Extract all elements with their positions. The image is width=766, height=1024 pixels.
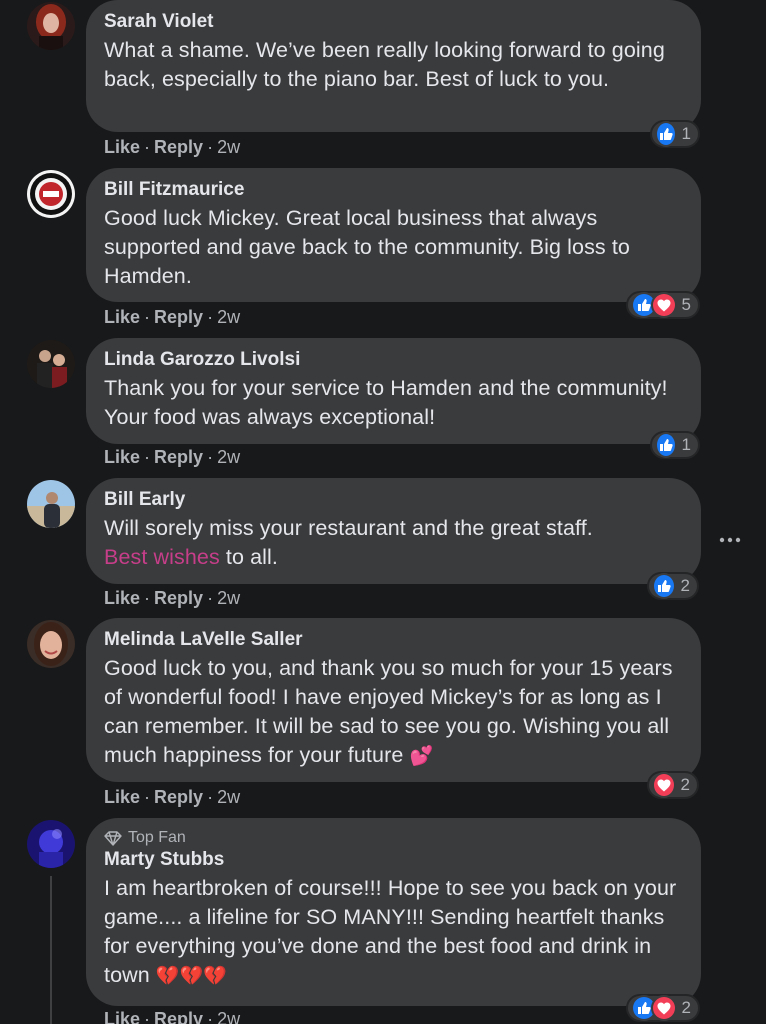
reaction-count: 2 (680, 576, 690, 595)
comment-actions: Like · Reply · 2w (104, 588, 241, 608)
comment-bubble: Bill Early Will sorely miss your restaur… (86, 478, 701, 584)
comment-author[interactable]: Linda Garozzo Livolsi (104, 348, 683, 372)
reaction-summary[interactable]: 2 (647, 771, 699, 799)
reaction-summary[interactable]: 1 (650, 431, 700, 459)
like-button[interactable]: Like (104, 137, 140, 157)
comment-text: I am heartbroken of course!!! Hope to se… (104, 876, 677, 987)
like-button[interactable]: Like (104, 1009, 140, 1024)
reaction-count: 2 (680, 775, 690, 794)
like-button[interactable]: Like (104, 447, 140, 467)
comment-timestamp[interactable]: 2w (217, 588, 240, 608)
avatar[interactable] (27, 480, 75, 528)
comment-author[interactable]: Sarah Violet (104, 10, 683, 34)
comment-text: Will sorely miss your restaurant and the… (104, 516, 593, 569)
like-reaction-icon (652, 573, 676, 599)
like-button[interactable]: Like (104, 588, 140, 608)
reply-button[interactable]: Reply (154, 137, 203, 157)
reaction-count: 5 (681, 295, 691, 314)
avatar[interactable] (27, 820, 75, 868)
comment-author[interactable]: Melinda LaVelle Saller (104, 628, 683, 652)
like-reaction-icon (655, 432, 677, 458)
reaction-summary[interactable]: 2 (626, 994, 700, 1022)
avatar[interactable] (27, 620, 75, 668)
comment-bubble: Bill Fitzmaurice Good luck Mickey. Great… (86, 168, 701, 302)
comment-timestamp[interactable]: 2w (217, 137, 240, 157)
reaction-count: 1 (681, 124, 691, 143)
highlighted-phrase[interactable]: Best wishes (104, 545, 220, 569)
comment-actions: Like · Reply · 2w (104, 307, 241, 327)
comment-actions: Like · Reply · 2w (104, 1009, 240, 1024)
comment-bubble: Melinda LaVelle Saller Good luck to you,… (86, 618, 701, 782)
avatar[interactable] (27, 340, 75, 388)
reply-button[interactable]: Reply (154, 307, 203, 327)
love-reaction-icon (652, 772, 676, 798)
reaction-summary[interactable]: 5 (626, 291, 700, 319)
comment-text: Thank you for your service to Hamden and… (104, 376, 668, 429)
like-reaction-icon (655, 121, 677, 147)
comment-actions: Like · Reply · 2w (104, 787, 241, 807)
reply-button[interactable]: Reply (154, 1009, 203, 1024)
like-button[interactable]: Like (104, 787, 140, 807)
comment-text: Good luck Mickey. Great local business t… (104, 206, 630, 288)
more-options-icon[interactable] (719, 527, 741, 548)
avatar[interactable] (27, 170, 75, 218)
comment-actions: Like · Reply · 2w (104, 137, 241, 157)
comment-timestamp[interactable]: 2w (217, 307, 240, 327)
reply-thread-line (50, 876, 52, 1024)
comment-bubble: Top Fan Marty Stubbs I am heartbroken of… (86, 818, 701, 1006)
comment-text: What a shame. We’ve been really looking … (104, 38, 665, 91)
avatar[interactable] (27, 2, 75, 50)
reply-button[interactable]: Reply (154, 787, 203, 807)
reaction-summary[interactable]: 1 (650, 120, 700, 148)
love-reaction-icon (650, 995, 677, 1021)
top-fan-diamond-icon (104, 830, 122, 846)
broken-heart-emoji: 💔💔💔 (155, 966, 228, 987)
two-hearts-emoji: 💕 (409, 746, 434, 767)
comment-bubble: Linda Garozzo Livolsi Thank you for your… (86, 338, 701, 444)
comment-author[interactable]: Bill Fitzmaurice (104, 178, 683, 202)
reply-button[interactable]: Reply (154, 588, 203, 608)
reaction-summary[interactable]: 2 (647, 572, 699, 600)
comment-bubble: Sarah Violet What a shame. We’ve been re… (86, 0, 701, 132)
top-fan-badge: Top Fan (104, 828, 683, 848)
reaction-count: 2 (681, 998, 691, 1017)
comment-author[interactable]: Bill Early (104, 488, 683, 512)
reaction-count: 1 (681, 435, 691, 454)
comment-timestamp[interactable]: 2w (217, 1009, 240, 1024)
comment-text: Good luck to you, and thank you so much … (104, 656, 673, 767)
love-reaction-icon (650, 292, 677, 318)
comment-actions: Like · Reply · 2w (104, 447, 241, 467)
comment-feed: Sarah Violet What a shame. We’ve been re… (0, 0, 766, 1024)
reply-button[interactable]: Reply (154, 447, 203, 467)
like-button[interactable]: Like (104, 307, 140, 327)
comment-timestamp[interactable]: 2w (217, 447, 240, 467)
comment-author[interactable]: Marty Stubbs (104, 848, 683, 872)
comment-timestamp[interactable]: 2w (217, 787, 240, 807)
